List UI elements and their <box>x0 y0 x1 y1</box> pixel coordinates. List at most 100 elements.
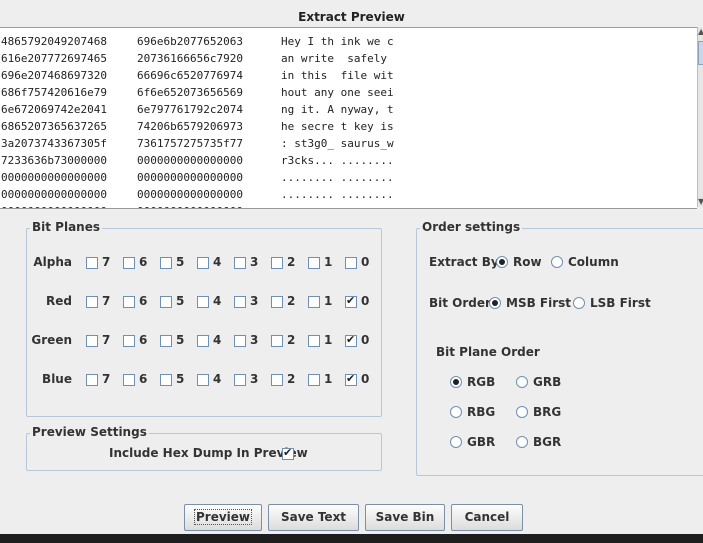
red-bit-3-checkbox[interactable] <box>234 296 246 308</box>
ascii-column: r3cks... ........ <box>281 154 394 167</box>
scroll-thumb[interactable] <box>698 41 703 65</box>
hex-column-1: 6865207365637265 <box>1 120 107 133</box>
green-bit-1-label: 1 <box>324 333 333 347</box>
window-title: Extract Preview <box>298 10 405 24</box>
red-bit-7-checkbox[interactable] <box>86 296 98 308</box>
alpha-bit-7-checkbox[interactable] <box>86 257 98 269</box>
blue-bit-2-checkbox[interactable] <box>271 374 283 386</box>
lsb-first-label: LSB First <box>590 296 651 310</box>
channel-label-green: Green <box>31 333 72 347</box>
green-bit-4-label: 4 <box>213 333 222 347</box>
alpha-bit-2-checkbox[interactable] <box>271 257 283 269</box>
hex-column-1: 616e207772697465 <box>1 52 107 65</box>
red-bit-1-checkbox[interactable] <box>308 296 320 308</box>
extract-by-column-radio[interactable] <box>551 256 563 268</box>
save-bin-button[interactable]: Save Bin <box>365 504 445 531</box>
blue-bit-6-checkbox[interactable] <box>123 374 135 386</box>
hex-column-2: 66696c6520776974 <box>137 69 243 82</box>
cancel-button[interactable]: Cancel <box>451 504 523 531</box>
alpha-bit-5-checkbox[interactable] <box>160 257 172 269</box>
hex-column-2: 0000000000000000 <box>137 154 243 167</box>
order-gbr-radio[interactable] <box>450 436 462 448</box>
hex-column-1: 6e672069742e2041 <box>1 103 107 116</box>
red-bit-2-checkbox[interactable] <box>271 296 283 308</box>
red-bit-1-label: 1 <box>324 294 333 308</box>
blue-bit-5-checkbox[interactable] <box>160 374 172 386</box>
green-bit-4-checkbox[interactable] <box>197 335 209 347</box>
ascii-column: he secre t key is <box>281 120 394 133</box>
green-bit-7-checkbox[interactable] <box>86 335 98 347</box>
save-text-button-label: Save Text <box>280 510 347 524</box>
green-bit-2-checkbox[interactable] <box>271 335 283 347</box>
red-bit-3-label: 3 <box>250 294 259 308</box>
blue-bit-1-checkbox[interactable] <box>308 374 320 386</box>
blue-bit-4-checkbox[interactable] <box>197 374 209 386</box>
red-bit-6-checkbox[interactable] <box>123 296 135 308</box>
hex-column-1: 686f757420616e79 <box>1 86 107 99</box>
hex-column-1: 0000000000000000 <box>1 171 107 184</box>
bit-planes-legend: Bit Planes <box>30 220 103 234</box>
alpha-bit-0-checkbox[interactable] <box>345 257 357 269</box>
background-window-strip <box>0 534 703 543</box>
msb-first-radio[interactable] <box>489 297 501 309</box>
order-grb-radio[interactable] <box>516 376 528 388</box>
preview-settings-legend: Preview Settings <box>30 425 149 439</box>
blue-bit-0-label: 0 <box>361 372 370 386</box>
blue-bit-3-checkbox[interactable] <box>234 374 246 386</box>
green-bit-7-label: 7 <box>102 333 111 347</box>
alpha-bit-3-checkbox[interactable] <box>234 257 246 269</box>
alpha-bit-6-checkbox[interactable] <box>123 257 135 269</box>
order-brg-radio[interactable] <box>516 406 528 418</box>
green-bit-1-checkbox[interactable] <box>308 335 320 347</box>
bit-plane-order-label: Bit Plane Order <box>436 345 540 359</box>
green-bit-0-checkbox[interactable] <box>345 333 357 347</box>
preview-button[interactable]: Preview <box>184 504 262 531</box>
hex-column-1: 4865792049207468 <box>1 35 107 48</box>
red-bit-5-label: 5 <box>176 294 185 308</box>
channel-label-alpha: Alpha <box>33 255 72 269</box>
msb-first-label: MSB First <box>506 296 572 310</box>
blue-bit-1-label: 1 <box>324 372 333 386</box>
bit-order-label: Bit Order <box>429 296 491 310</box>
green-bit-3-checkbox[interactable] <box>234 335 246 347</box>
blue-bit-0-checkbox[interactable] <box>345 372 357 386</box>
preview-button-label: Preview <box>193 509 253 525</box>
save-text-button[interactable]: Save Text <box>268 504 359 531</box>
alpha-bit-4-checkbox[interactable] <box>197 257 209 269</box>
order-brg-label: BRG <box>533 405 562 419</box>
ascii-column: Hey I th ink we c <box>281 35 394 48</box>
green-bit-2-label: 2 <box>287 333 296 347</box>
alpha-bit-1-label: 1 <box>324 255 333 269</box>
order-rgb-label: RGB <box>467 375 496 389</box>
red-bit-5-checkbox[interactable] <box>160 296 172 308</box>
alpha-bit-3-label: 3 <box>250 255 259 269</box>
alpha-bit-1-checkbox[interactable] <box>308 257 320 269</box>
order-rbg-radio[interactable] <box>450 406 462 418</box>
blue-bit-7-checkbox[interactable] <box>86 374 98 386</box>
hex-column-2: 7361757275735f77 <box>137 137 243 150</box>
extract-by-row-radio[interactable] <box>496 256 508 268</box>
red-bit-7-label: 7 <box>102 294 111 308</box>
order-bgr-label: BGR <box>533 435 562 449</box>
order-bgr-radio[interactable] <box>516 436 528 448</box>
hex-column-2: 0000000000000000 <box>137 188 243 201</box>
preview-text-area[interactable]: 4865792049207468 696e6b2077652063 Hey I th… <box>0 27 697 209</box>
hex-column-2: 0000000000000000 <box>137 203 243 208</box>
green-bit-6-checkbox[interactable] <box>123 335 135 347</box>
blue-bit-5-label: 5 <box>176 372 185 386</box>
hex-column-2: 0000000000000000 <box>137 171 243 184</box>
alpha-bit-6-label: 6 <box>139 255 148 269</box>
vertical-scrollbar[interactable]: ▲ ▼ <box>697 27 703 207</box>
red-bit-0-checkbox[interactable] <box>345 294 357 308</box>
scroll-up-icon[interactable]: ▲ <box>698 27 703 37</box>
extract-by-row-label: Row <box>513 255 542 269</box>
scroll-down-icon[interactable]: ▼ <box>698 197 703 207</box>
red-bit-4-checkbox[interactable] <box>197 296 209 308</box>
lsb-first-radio[interactable] <box>573 297 585 309</box>
green-bit-5-label: 5 <box>176 333 185 347</box>
blue-bit-4-label: 4 <box>213 372 222 386</box>
hex-dump-checkbox[interactable] <box>282 446 294 460</box>
order-rgb-radio[interactable] <box>450 376 462 388</box>
green-bit-5-checkbox[interactable] <box>160 335 172 347</box>
alpha-bit-4-label: 4 <box>213 255 222 269</box>
